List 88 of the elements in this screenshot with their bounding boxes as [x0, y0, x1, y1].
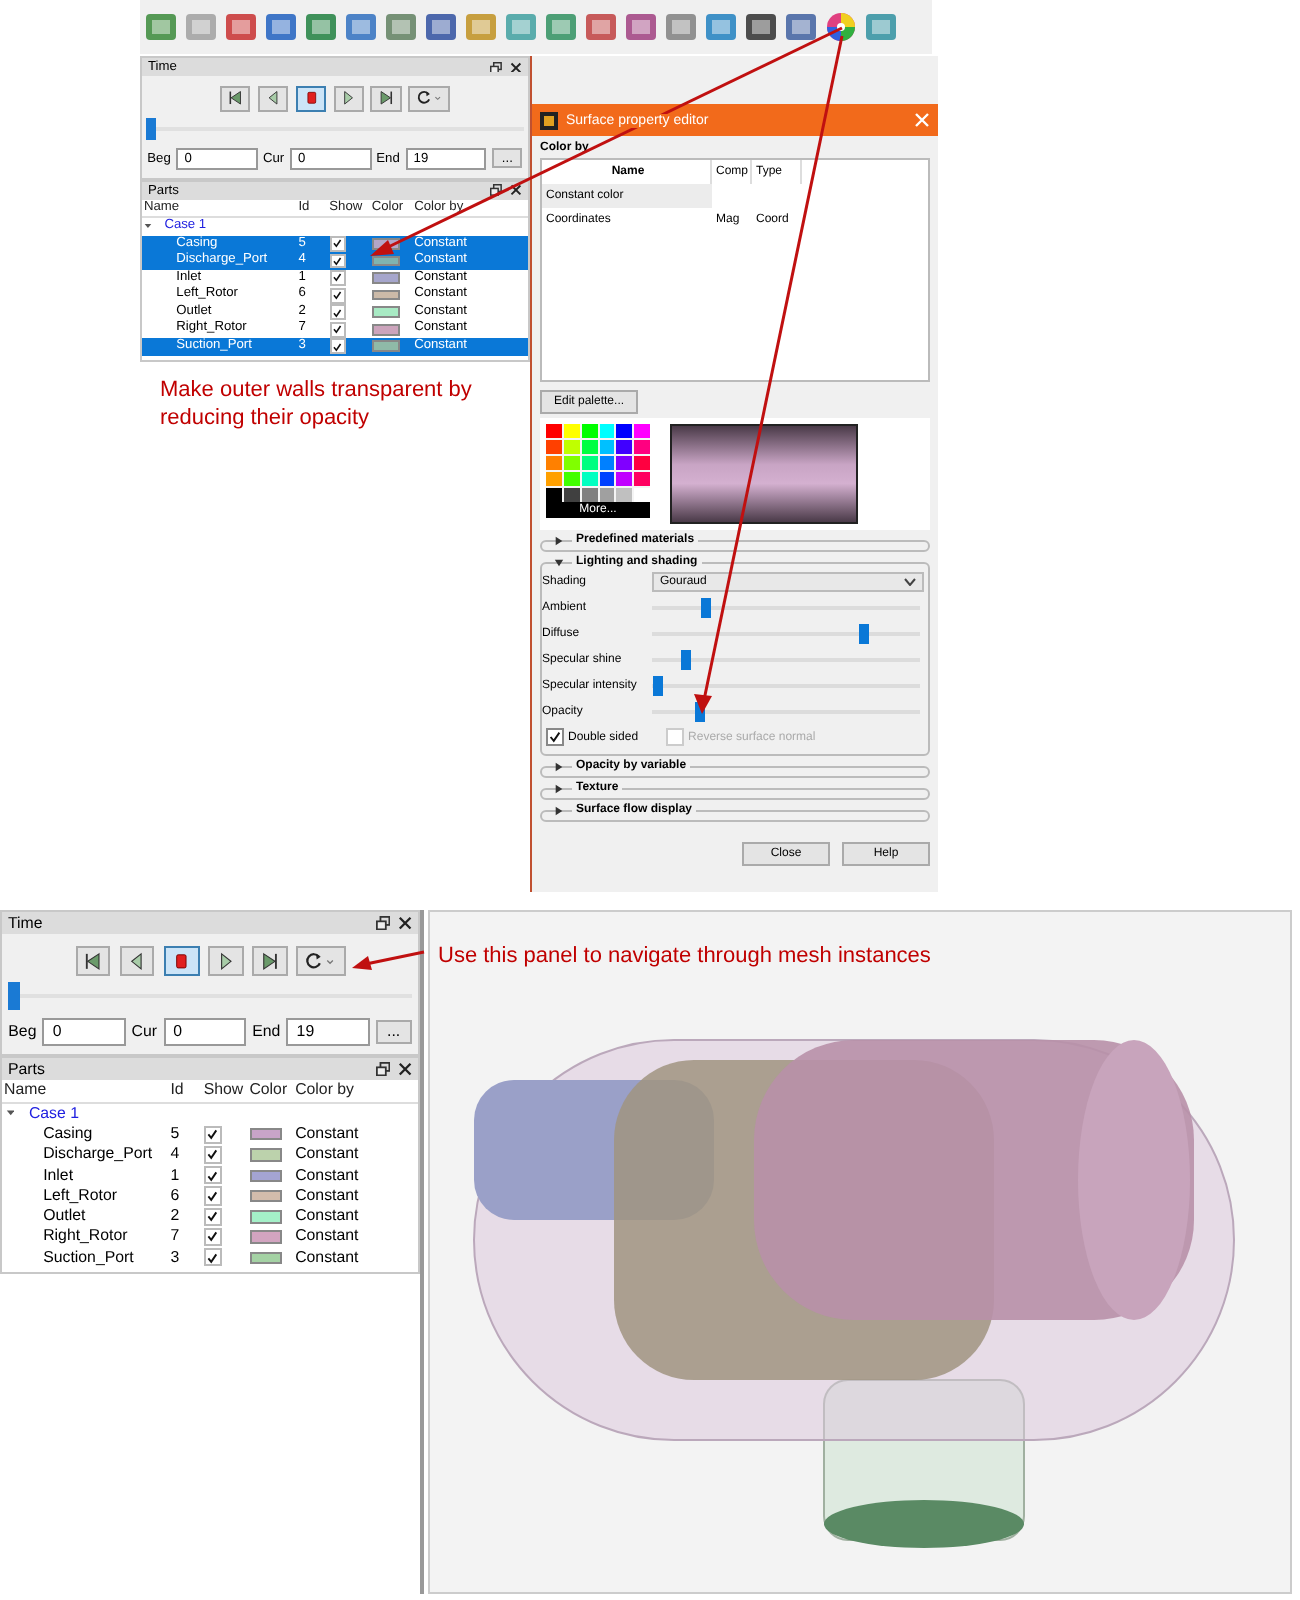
- expand-arrow-icon[interactable]: [554, 557, 564, 567]
- color-swatch[interactable]: [249, 1189, 282, 1203]
- close-icon[interactable]: [397, 915, 412, 931]
- toolbar-tool-icon[interactable]: [424, 10, 458, 44]
- playback-button[interactable]: [295, 85, 326, 112]
- time-slider[interactable]: [7, 982, 413, 1010]
- time-slider[interactable]: [146, 117, 524, 140]
- undock-icon[interactable]: [490, 184, 503, 196]
- expand-arrow-icon[interactable]: [5, 1108, 15, 1119]
- playback-button[interactable]: [370, 85, 402, 112]
- show-checkbox[interactable]: [203, 1248, 222, 1267]
- step-forward-icon: [340, 90, 357, 107]
- toolbar-tool-icon[interactable]: [344, 10, 378, 44]
- step-back-icon: [127, 951, 147, 970]
- toolbar-tool-icon[interactable]: [624, 10, 658, 44]
- slider-handle[interactable]: [146, 117, 157, 140]
- playback-button[interactable]: [408, 85, 450, 112]
- color-swatch[interactable]: [371, 255, 400, 267]
- undock-icon[interactable]: [375, 915, 390, 931]
- annotation-text: Make outer walls transparent by reducing their opacity: [160, 376, 474, 434]
- show-checkbox[interactable]: [203, 1166, 222, 1185]
- show-checkbox[interactable]: [329, 235, 346, 252]
- playback-button[interactable]: [333, 85, 364, 112]
- color-swatch[interactable]: [371, 306, 400, 318]
- skip-back-icon: [83, 951, 103, 970]
- show-checkbox[interactable]: [329, 304, 346, 321]
- color-swatch[interactable]: [371, 323, 400, 336]
- close-icon[interactable]: [510, 61, 522, 73]
- playback-button[interactable]: [252, 945, 288, 976]
- show-checkbox[interactable]: [329, 253, 346, 269]
- show-checkbox[interactable]: [203, 1125, 222, 1144]
- playback-button[interactable]: [207, 945, 244, 976]
- show-checkbox[interactable]: [329, 270, 346, 286]
- expand-arrow-icon[interactable]: [554, 805, 564, 815]
- color-swatch[interactable]: [371, 272, 400, 284]
- color-wheel-icon[interactable]: [824, 10, 858, 44]
- slider-handle[interactable]: [681, 649, 692, 669]
- toolbar-tool-icon[interactable]: [264, 10, 298, 44]
- color-swatch[interactable]: [249, 1127, 282, 1141]
- close-icon[interactable]: [397, 1062, 412, 1077]
- toolbar-tool-icon[interactable]: [584, 10, 618, 44]
- toolbar-tool-icon[interactable]: [304, 10, 338, 44]
- playback-button[interactable]: [163, 945, 200, 976]
- color-swatch[interactable]: [249, 1210, 282, 1223]
- show-checkbox[interactable]: [203, 1186, 222, 1206]
- slider-handle[interactable]: [858, 623, 869, 643]
- skip-forward-icon: [260, 951, 280, 970]
- undock-icon[interactable]: [490, 61, 503, 73]
- toolbar-tool-icon[interactable]: [744, 10, 778, 44]
- slider-handle[interactable]: [7, 982, 20, 1010]
- stop-icon: [172, 951, 191, 970]
- caret-icon: [904, 577, 916, 585]
- expand-arrow-icon[interactable]: [554, 535, 564, 545]
- toolbar-tool-icon[interactable]: [224, 10, 258, 44]
- step-forward-icon: [216, 951, 236, 970]
- stop-icon: [303, 90, 319, 107]
- color-swatch[interactable]: [371, 340, 400, 353]
- show-checkbox[interactable]: [329, 321, 346, 338]
- show-checkbox[interactable]: [203, 1145, 222, 1164]
- expand-arrow-icon[interactable]: [554, 761, 564, 771]
- checkbox[interactable]: [546, 728, 564, 746]
- show-checkbox[interactable]: [329, 287, 346, 304]
- show-checkbox[interactable]: [203, 1207, 222, 1226]
- expand-arrow-icon[interactable]: [144, 222, 153, 231]
- loop-icon: [415, 90, 442, 107]
- show-checkbox[interactable]: [203, 1228, 222, 1247]
- playback-button[interactable]: [296, 945, 345, 976]
- undock-icon[interactable]: [375, 1062, 390, 1077]
- show-checkbox[interactable]: [329, 338, 346, 355]
- skip-back-icon: [227, 90, 244, 107]
- close-icon[interactable]: [510, 184, 522, 196]
- app-logo-icon: [540, 111, 558, 129]
- step-back-icon: [265, 90, 282, 107]
- color-swatch[interactable]: [371, 289, 400, 301]
- annotation-arrow: [352, 950, 425, 970]
- color-swatch[interactable]: [249, 1251, 282, 1265]
- slider-handle[interactable]: [652, 675, 663, 695]
- loop-icon: [304, 951, 337, 970]
- annotation-text: Use this panel to navigate through mesh instances: [436, 942, 933, 968]
- playback-button[interactable]: [75, 945, 111, 976]
- color-swatch[interactable]: [249, 1230, 282, 1244]
- playback-button[interactable]: [220, 85, 251, 112]
- skip-forward-icon: [378, 90, 394, 107]
- expand-arrow-icon[interactable]: [554, 783, 564, 793]
- color-swatch[interactable]: [249, 1148, 282, 1162]
- color-swatch[interactable]: [249, 1169, 282, 1182]
- slider-handle[interactable]: [700, 597, 711, 617]
- toolbar-tool-icon[interactable]: [784, 10, 818, 44]
